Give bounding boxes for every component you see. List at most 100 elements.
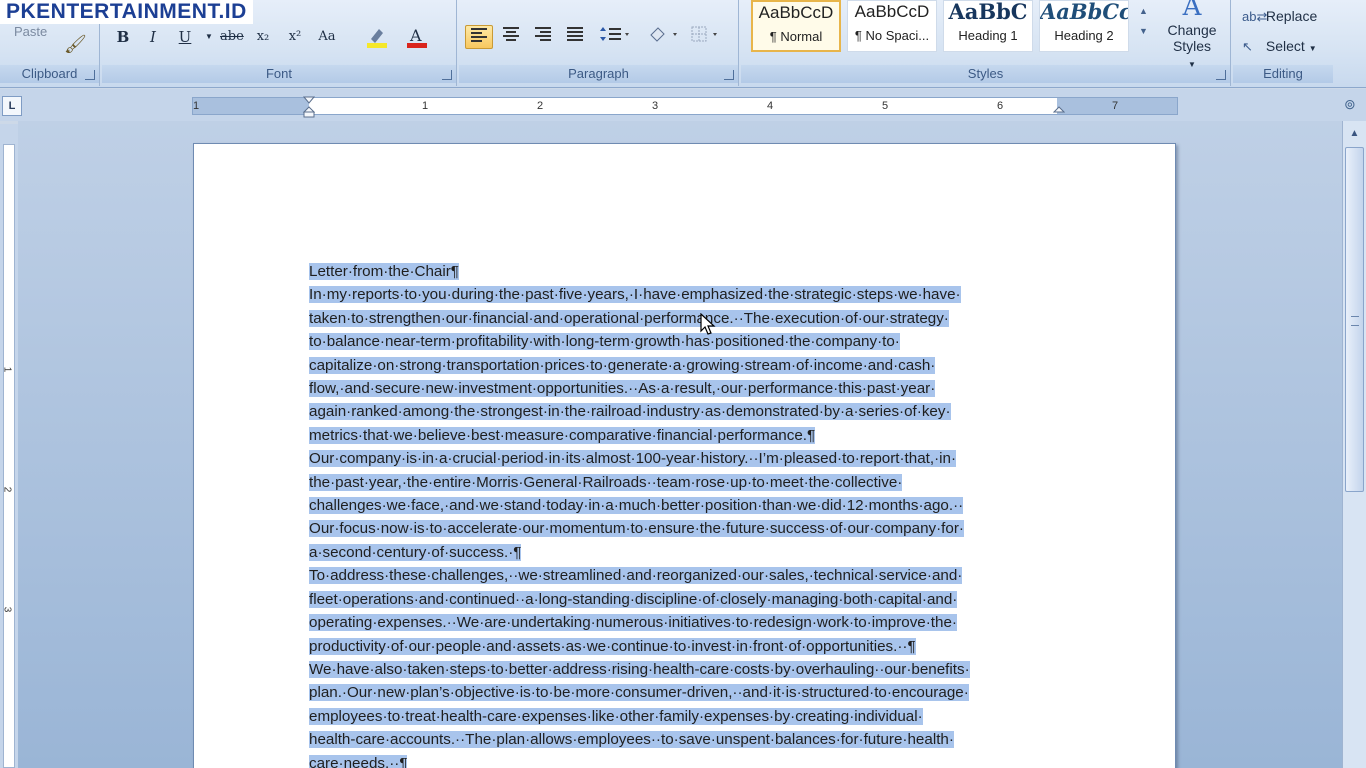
underline-dropdown-icon[interactable]: ▼ xyxy=(198,25,220,49)
selected-text-line: challenges·we·face,·and·we·stand·today·i… xyxy=(309,497,964,515)
select-pointer-icon: ↖ xyxy=(1242,39,1253,54)
selected-text-line: taken·to·strengthen·our·financial·and·op… xyxy=(309,309,949,327)
style-normal[interactable]: AaBbCcD ¶ Normal xyxy=(751,0,841,52)
paste-button[interactable]: Paste xyxy=(14,24,47,39)
style-name: Heading 2 xyxy=(1054,28,1114,43)
selected-text-line: Our·focus·now·is·to·accelerate·our·momen… xyxy=(309,520,964,538)
clipboard-launcher-icon[interactable] xyxy=(85,70,95,80)
change-styles-label: Change Styles xyxy=(1167,22,1217,54)
styles-group: AaBbCcD ¶ Normal AaBbCcD ¶ No Spaci... A… xyxy=(741,0,1231,86)
selected-text-line: operating·expenses.··We·are·undertaking·… xyxy=(309,614,957,632)
site-watermark: PKENTERTAINMENT.ID xyxy=(0,0,253,24)
styles-group-label: Styles xyxy=(741,65,1230,83)
subscript-button[interactable]: x₂ xyxy=(252,25,274,49)
underline-button[interactable]: U xyxy=(174,25,196,49)
change-case-button[interactable]: Aa xyxy=(316,25,338,49)
style-name: Heading 1 xyxy=(958,28,1018,43)
selected-text-line: a·second·century·of·success.·¶ xyxy=(309,543,522,561)
gallery-scroll-icon[interactable]: ▲ ▼ xyxy=(1139,6,1148,36)
style-preview: AaBbC xyxy=(948,0,1028,24)
font-launcher-icon[interactable] xyxy=(442,70,452,80)
ruler-number: 3 xyxy=(652,100,659,112)
ruler-number: 1 xyxy=(422,100,429,112)
mouse-pointer-icon xyxy=(700,312,716,340)
strikethrough-button[interactable]: abe xyxy=(220,25,244,49)
ruler-number: 5 xyxy=(882,100,889,112)
right-indent-icon[interactable] xyxy=(1053,96,1065,118)
align-right-icon[interactable] xyxy=(529,25,557,49)
selected-text-line: fleet·operations·and·continued··a·long-s… xyxy=(309,590,958,608)
ruler-number: 2 xyxy=(537,100,544,112)
vruler-number: 3 xyxy=(1,606,13,613)
horizontal-ruler[interactable]: 1 1 2 3 4 5 6 7 xyxy=(192,96,1178,118)
shading-icon[interactable] xyxy=(645,25,681,49)
select-label: Select xyxy=(1265,38,1305,54)
style-preview: AaBbCc xyxy=(1040,0,1129,24)
style-preview: AaBbCcD xyxy=(854,2,930,21)
selected-text-line: flow,·and·secure·new·investment·opportun… xyxy=(309,380,936,398)
style-name: ¶ Normal xyxy=(769,29,823,44)
replace-button[interactable]: ab⇄ Replace xyxy=(1242,8,1317,25)
style-preview: AaBbCcD xyxy=(758,3,834,22)
selected-text-line: again·ranked·among·the·strongest·in·the·… xyxy=(309,403,951,421)
document-paragraph[interactable]: To·address·these·challenges,··we·streaml… xyxy=(309,564,1069,658)
selected-text-line: metrics·that·we·believe·best·measure·com… xyxy=(309,426,816,444)
document-page[interactable]: Letter·from·the·Chair¶ In·my·reports·to·y… xyxy=(193,143,1176,768)
superscript-button[interactable]: x² xyxy=(284,25,306,49)
document-area[interactable]: Letter·from·the·Chair¶ In·my·reports·to·y… xyxy=(18,121,1342,768)
ruler-number: 4 xyxy=(767,100,774,112)
style-heading-1[interactable]: AaBbC Heading 1 xyxy=(943,0,1033,52)
paragraph-group: Paragraph xyxy=(459,0,739,86)
vruler-number: 2 xyxy=(1,486,13,493)
font-color-icon[interactable]: A xyxy=(404,25,430,49)
borders-icon[interactable] xyxy=(687,25,723,49)
selected-text-line: health-care·accounts.··The·plan·allows·e… xyxy=(309,731,954,749)
editing-group-label: Editing xyxy=(1233,65,1333,83)
svg-text:A: A xyxy=(409,26,422,45)
document-paragraph[interactable]: Our·company·is·in·a·crucial·period·in·it… xyxy=(309,447,1069,564)
replace-icon: ab⇄ xyxy=(1242,9,1268,24)
document-heading[interactable]: Letter·from·the·Chair¶ xyxy=(309,260,1069,283)
scroll-up-icon[interactable]: ▲ xyxy=(1346,125,1363,142)
scrollbar-thumb[interactable] xyxy=(1345,147,1364,492)
selected-text-line: to·balance·near-term·profitability·with·… xyxy=(309,333,900,351)
select-button[interactable]: ↖ Select ▼ xyxy=(1242,38,1317,55)
first-line-indent-icon[interactable] xyxy=(303,96,315,118)
document-body[interactable]: Letter·from·the·Chair¶ In·my·reports·to·y… xyxy=(309,260,1069,768)
align-left-icon[interactable] xyxy=(465,25,493,49)
paragraph-group-label: Paragraph xyxy=(459,65,738,83)
selected-text-line: plan.·Our·new·plan’s·objective·is·to·be·… xyxy=(309,684,969,702)
selected-text-line: productivity·of·our·people·and·assets·as… xyxy=(309,637,916,655)
thumb-grip xyxy=(1351,316,1359,326)
italic-button[interactable]: I xyxy=(142,25,164,49)
tab-selector-icon[interactable]: L xyxy=(2,96,22,116)
align-center-icon[interactable] xyxy=(497,25,525,49)
ribbon: Paste 🖌 Clipboard B I U ▼ abe x₂ x² Aa A… xyxy=(0,0,1366,88)
vertical-ruler-strip xyxy=(3,144,15,768)
format-painter-icon[interactable]: 🖌 xyxy=(64,34,87,55)
ruler-number: 1 xyxy=(193,100,200,112)
bold-button[interactable]: B xyxy=(112,25,134,49)
horizontal-ruler-bar: L 1 1 2 3 4 5 6 7 xyxy=(0,89,1366,121)
change-styles-button[interactable]: A Change Styles ▼ xyxy=(1162,0,1222,73)
ruler-number: 6 xyxy=(997,100,1004,112)
change-styles-dropdown-icon: ▼ xyxy=(1188,60,1196,69)
view-ruler-icon[interactable]: ⊚ xyxy=(1344,96,1362,114)
vertical-ruler: 1 2 3 xyxy=(0,124,18,768)
style-no-spacing[interactable]: AaBbCcD ¶ No Spaci... xyxy=(847,0,937,52)
paragraph-launcher-icon[interactable] xyxy=(724,70,734,80)
selected-text-line: To·address·these·challenges,··we·streaml… xyxy=(309,567,963,585)
document-paragraph[interactable]: We·have·also·taken·steps·to·better·addre… xyxy=(309,658,1069,768)
document-paragraph[interactable]: In·my·reports·to·you·during·the·past·fiv… xyxy=(309,283,1069,447)
font-group-label: Font xyxy=(102,65,456,83)
vertical-scrollbar[interactable]: ▲ xyxy=(1342,121,1366,768)
change-styles-icon: A xyxy=(1182,0,1202,22)
line-spacing-icon[interactable] xyxy=(597,25,633,49)
selected-text-line: care·needs.··¶ xyxy=(309,754,408,768)
highlight-color-icon[interactable] xyxy=(364,25,390,49)
justify-icon[interactable] xyxy=(561,25,589,49)
style-heading-2[interactable]: AaBbCc Heading 2 xyxy=(1039,0,1129,52)
selected-text-line: In·my·reports·to·you·during·the·past·fiv… xyxy=(309,286,961,304)
vruler-number: 1 xyxy=(1,366,13,373)
selected-text-line: Our·company·is·in·a·crucial·period·in·it… xyxy=(309,450,957,468)
